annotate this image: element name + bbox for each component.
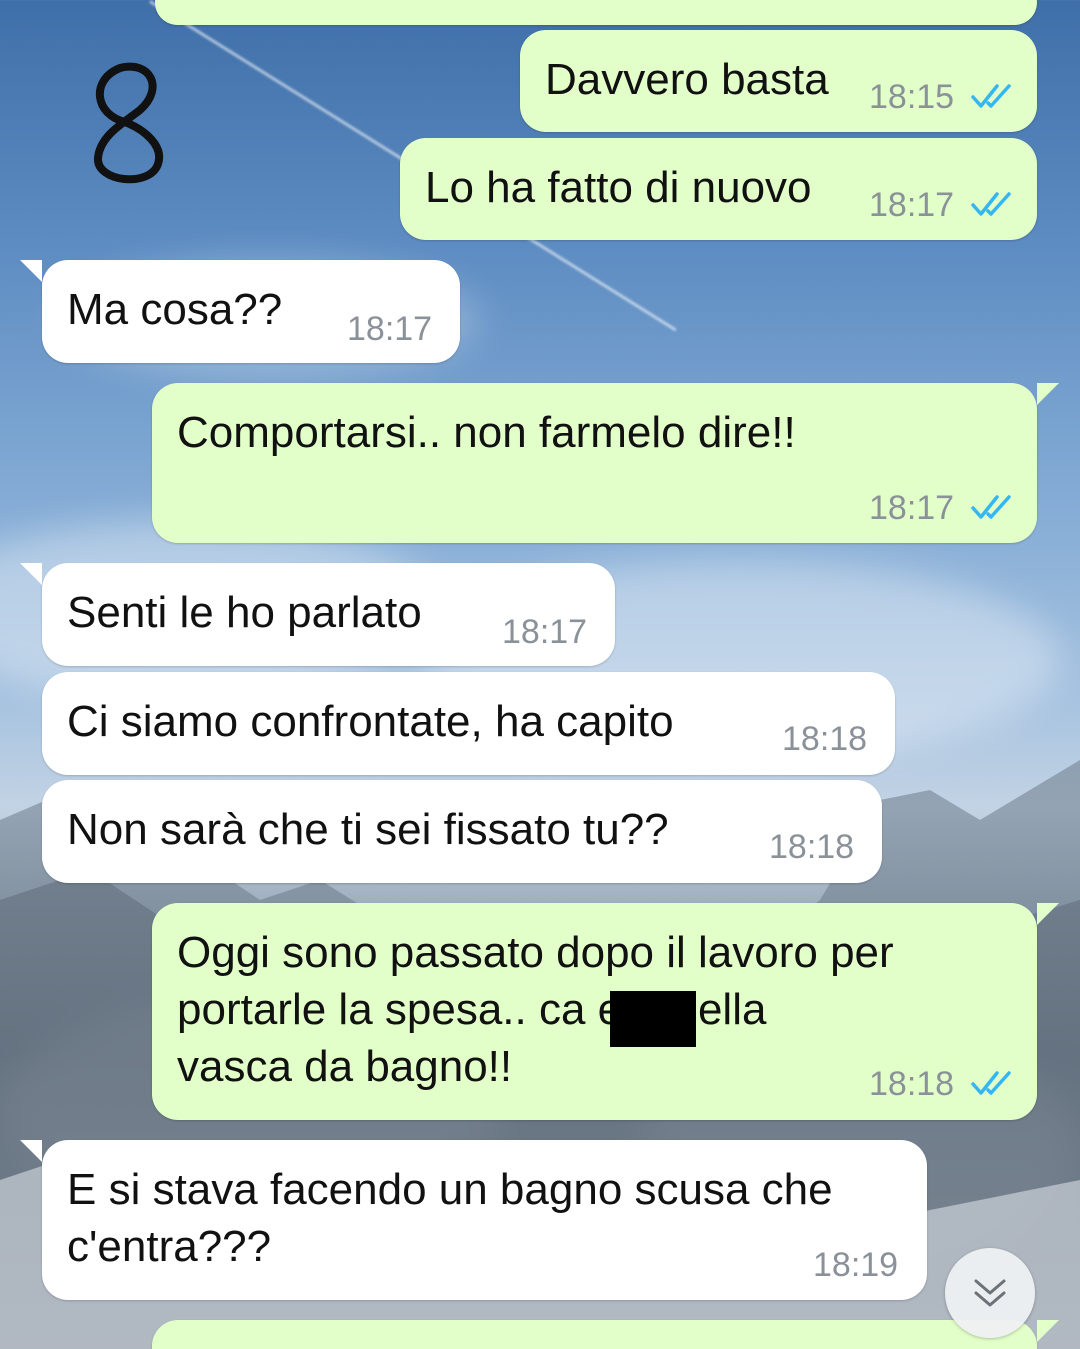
bubble-tail: [1037, 1320, 1059, 1342]
redaction-box: [610, 991, 696, 1047]
message-timestamp: 18:18: [769, 828, 855, 866]
message-bubble-outgoing[interactable]: Comportarsi.. non farmelo dire!! 18:17: [152, 383, 1059, 543]
message-bubble-incoming[interactable]: Ci siamo confrontate, ha capito 18:18: [42, 672, 895, 775]
bubble-tail: [1037, 383, 1059, 405]
message-bubble-outgoing[interactable]: Lo ha fatto di nuovo 18:17: [400, 138, 1037, 240]
message-bubble-outgoing[interactable]: [155, 0, 1037, 25]
message-timestamp: 18:19: [813, 1246, 899, 1284]
scroll-to-bottom-button[interactable]: [945, 1248, 1035, 1338]
message-text: Oggi sono passato dopo il lavoro per por…: [177, 928, 894, 1091]
message-bubble-incoming[interactable]: E si stava facendo un bagno scusa che c'…: [20, 1140, 927, 1300]
message-bubble-incoming[interactable]: Non sarà che ti sei fissato tu?? 18:18: [42, 780, 882, 883]
message-bubble-outgoing[interactable]: Davvero basta 18:15: [520, 30, 1037, 132]
message-bubble-outgoing[interactable]: [152, 1320, 1059, 1349]
message-text: Comportarsi.. non farmelo dire!!: [177, 408, 796, 457]
bubble-tail: [1037, 903, 1059, 925]
message-timestamp: 18:18: [782, 720, 868, 758]
double-check-icon: [971, 192, 1011, 216]
handwritten-number-annotation: [94, 62, 164, 184]
message-text: Ma cosa??: [67, 285, 283, 334]
message-timestamp: 18:15: [869, 78, 955, 116]
message-bubble-incoming[interactable]: Ma cosa?? 18:17: [20, 260, 460, 363]
double-check-icon: [971, 84, 1011, 108]
double-check-icon: [971, 1071, 1011, 1095]
message-text: Ci siamo confrontate, ha capito: [67, 697, 674, 746]
message-timestamp: 18:17: [869, 186, 955, 224]
bubble-tail: [20, 260, 42, 282]
double-check-icon: [971, 495, 1011, 519]
chevron-double-down-icon: [974, 1279, 1006, 1307]
message-bubble-outgoing[interactable]: Oggi sono passato dopo il lavoro per por…: [152, 903, 1059, 1120]
message-timestamp: 18:17: [502, 613, 588, 651]
message-text: E si stava facendo un bagno scusa che c'…: [67, 1165, 833, 1271]
message-text: Non sarà che ti sei fissato tu??: [67, 805, 669, 854]
bubble-tail: [20, 563, 42, 585]
bubble-tail: [20, 1140, 42, 1162]
message-timestamp: 18:17: [869, 489, 955, 527]
message-text: Lo ha fatto di nuovo: [425, 163, 812, 212]
message-timestamp: 18:18: [869, 1065, 955, 1103]
message-text: Davvero basta: [545, 55, 829, 104]
message-text: Senti le ho parlato: [67, 588, 422, 637]
message-bubble-incoming[interactable]: Senti le ho parlato 18:17: [20, 563, 615, 666]
message-timestamp: 18:17: [347, 310, 433, 348]
